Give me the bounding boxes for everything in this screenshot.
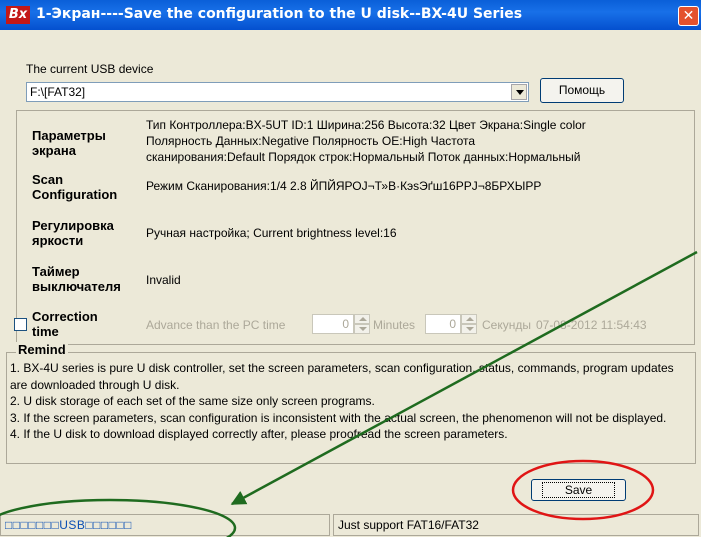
usb-status-text: □□□□□□□USB□□□□□□	[5, 518, 132, 532]
screen-params-line1: Тип Контроллера:BX-5UT ID:1 Ширина:256 В…	[146, 118, 586, 132]
minutes-input[interactable]: 0	[312, 314, 354, 334]
status-fs-panel: Just support FAT16/FAT32	[333, 514, 699, 536]
window-title: 1-Экран----Save the configuration to the…	[36, 6, 523, 22]
timer-label: Таймер выключателя	[32, 264, 121, 294]
spin-up-icon	[466, 317, 474, 321]
seconds-input[interactable]: 0	[425, 314, 461, 334]
advance-text: Advance than the PC time	[146, 318, 286, 332]
remind-line-3: 3. If the screen parameters, scan config…	[10, 410, 667, 425]
close-icon: ✕	[682, 8, 695, 24]
remind-text: 1. BX-4U series is pure U disk controlle…	[10, 360, 692, 443]
minutes-spinner[interactable]	[354, 314, 370, 334]
chevron-down-icon	[516, 90, 524, 95]
save-button[interactable]: Save	[531, 479, 626, 501]
spin-up-icon	[359, 317, 367, 321]
remind-line-4: 4. If the U disk to download displayed c…	[10, 427, 508, 441]
correction-time-label: Correction time	[32, 309, 98, 339]
status-usb-panel: □□□□□□□USB□□□□□□	[0, 514, 330, 536]
screen-params-line2: Полярность Данных:Negative Полярность OE…	[146, 134, 476, 148]
brightness-label: Регулировка яркости	[32, 218, 114, 248]
remind-title: Remind	[16, 342, 68, 357]
spin-down-icon	[466, 327, 474, 331]
close-button[interactable]: ✕	[678, 6, 699, 26]
usb-device-label: The current USB device	[26, 62, 154, 76]
pc-datetime: 07-08-2012 11:54:43	[536, 318, 647, 332]
dropdown-button[interactable]	[511, 84, 527, 100]
scan-config-value: Режим Сканирования:1/4 2.8 ЙПЙЯРОЈ¬Т»В·К…	[146, 179, 542, 193]
remind-line-2: 2. U disk storage of each set of the sam…	[10, 394, 375, 408]
timer-value: Invalid	[146, 273, 181, 287]
fs-support-text: Just support FAT16/FAT32	[338, 518, 479, 532]
title-bar: Bx 1-Экран----Save the configuration to …	[0, 0, 701, 30]
usb-device-select[interactable]: F:\[FAT32]	[26, 82, 529, 102]
screen-params-label: Параметры экрана	[32, 128, 106, 158]
save-button-label: Save	[541, 482, 616, 498]
seconds-spinner[interactable]	[461, 314, 477, 334]
minutes-label: Minutes	[373, 318, 416, 332]
help-button[interactable]: Помощь	[540, 78, 624, 103]
usb-device-value: F:\[FAT32]	[30, 85, 86, 99]
screen-params-line3: сканирования:Default Порядок строк:Норма…	[146, 150, 581, 164]
correction-time-checkbox[interactable]	[14, 318, 27, 331]
remind-line-1: 1. BX-4U series is pure U disk controlle…	[10, 361, 674, 392]
spin-down-icon	[359, 327, 367, 331]
app-logo-icon: Bx	[6, 6, 30, 24]
brightness-value: Ручная настройка; Current brightness lev…	[146, 226, 397, 240]
seconds-label: Секунды	[482, 318, 531, 332]
scan-config-label: Scan Configuration	[32, 172, 118, 202]
